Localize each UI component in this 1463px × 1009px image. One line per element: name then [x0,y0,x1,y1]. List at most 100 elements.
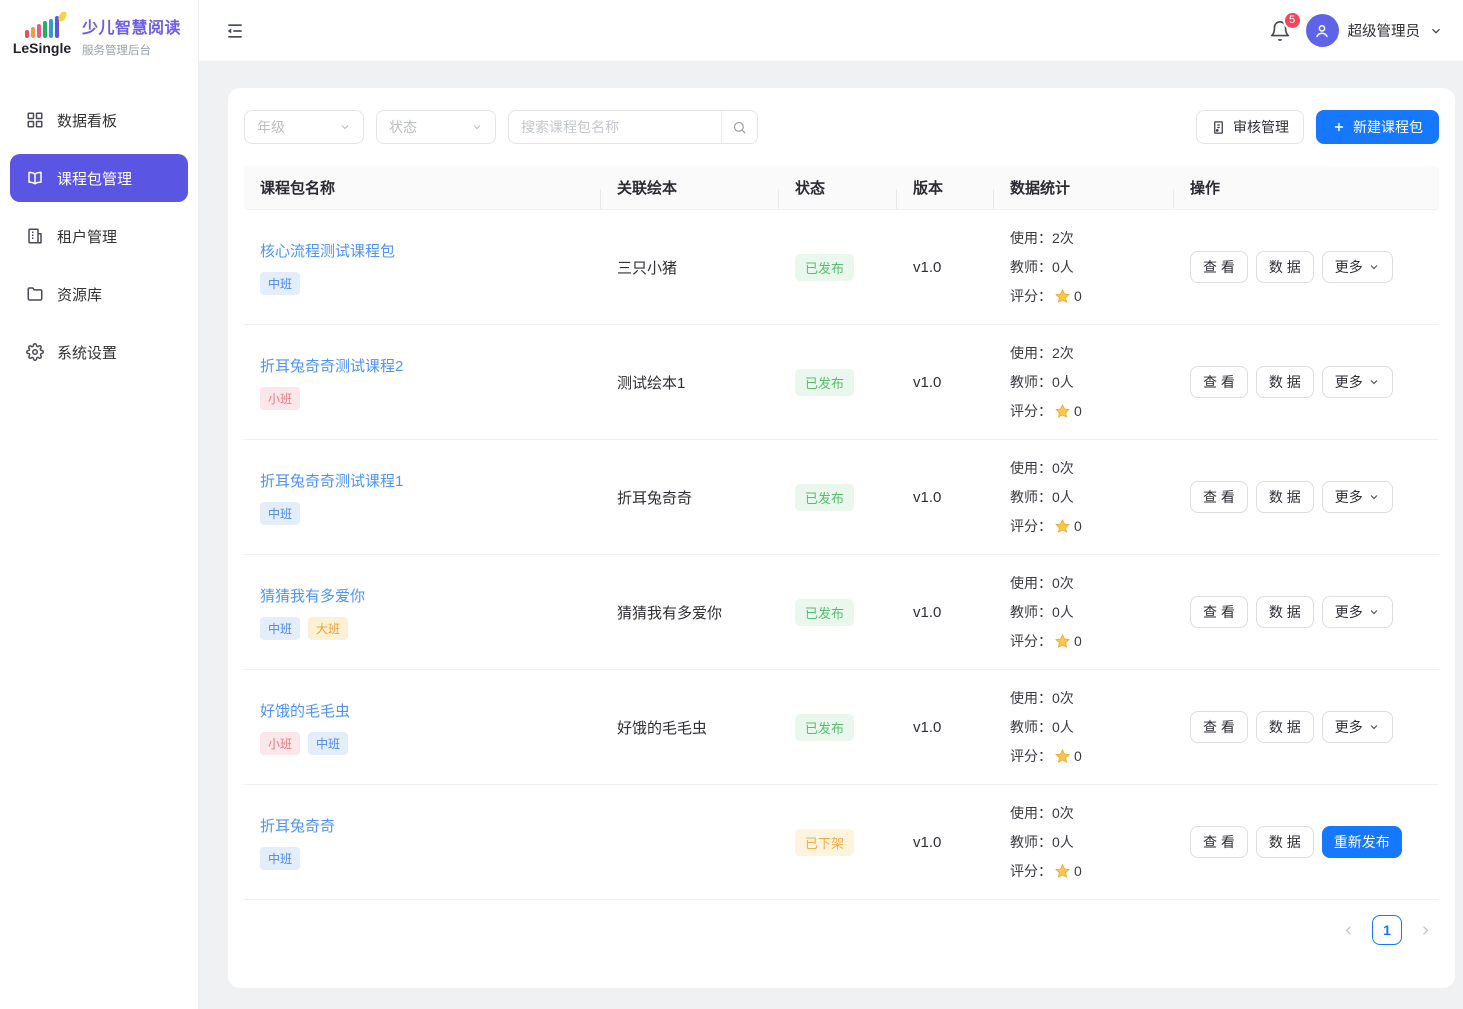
column-header-version: 版本 [897,177,994,198]
view-button[interactable]: 查 看 [1190,251,1248,283]
rating-stat: 评分：0 [1010,400,1158,422]
usage-stat: 使用：0次 [1010,572,1158,594]
user-menu[interactable]: 超级管理员 [1306,14,1444,47]
app-subtitle: 服务管理后台 [82,42,181,58]
usage-label: 使用： [1010,458,1052,478]
search-input[interactable] [509,111,721,143]
chevron-down-icon [1368,721,1380,733]
sidebar: LeSingle 少儿智慧阅读 服务管理后台 数据看板 课程包管理 租户管理 资… [0,0,199,1009]
usage-label: 使用： [1010,573,1052,593]
view-button[interactable]: 查 看 [1190,596,1248,628]
version-text: v1.0 [897,604,994,621]
more-button[interactable]: 更多 [1322,711,1393,743]
version-text: v1.0 [897,374,994,391]
view-button[interactable]: 查 看 [1190,481,1248,513]
sidebar-item-settings[interactable]: 系统设置 [10,328,188,376]
data-button[interactable]: 数 据 [1256,826,1314,858]
search-button[interactable] [721,111,757,143]
teachers-label: 教师： [1010,372,1052,392]
sidebar-item-resources[interactable]: 资源库 [10,270,188,318]
usage-stat: 使用：0次 [1010,457,1158,479]
topbar: 5 超级管理员 [199,0,1463,62]
grade-tag: 小班 [260,387,300,410]
rating-stat: 评分：0 [1010,745,1158,767]
sidebar-item-tenants[interactable]: 租户管理 [10,212,188,260]
star-icon [1054,403,1071,420]
sidebar-item-dashboard[interactable]: 数据看板 [10,96,188,144]
usage-stat: 使用：2次 [1010,342,1158,364]
create-package-button[interactable]: 新建课程包 [1316,110,1439,144]
view-button[interactable]: 查 看 [1190,711,1248,743]
grade-select-value: 年级 [257,117,285,137]
rating-label: 评分： [1010,401,1052,421]
sidebar-item-label: 租户管理 [57,226,117,247]
republish-button[interactable]: 重新发布 [1322,826,1402,858]
grade-select[interactable]: 年级 [244,110,364,144]
grade-tags: 小班中班 [260,732,585,755]
star-icon [1054,633,1071,650]
notification-bell[interactable]: 5 [1269,20,1291,42]
usage-value: 0次 [1052,688,1074,708]
package-name-link[interactable]: 好饿的毛毛虫 [260,700,350,721]
teachers-stat: 教师：0人 [1010,256,1158,278]
teachers-stat: 教师：0人 [1010,716,1158,738]
menu-fold-icon[interactable] [225,21,245,41]
more-button-label: 更多 [1335,602,1363,622]
lesingle-logo-icon: LeSingle [12,16,72,56]
view-button[interactable]: 查 看 [1190,826,1248,858]
filter-bar: 年级 状态 审核管理 新建课程包 [244,110,1439,144]
view-button[interactable]: 查 看 [1190,366,1248,398]
user-icon [1313,22,1331,40]
package-name-link[interactable]: 折耳兔奇奇 [260,815,335,836]
teachers-label: 教师： [1010,487,1052,507]
teachers-value: 0人 [1052,602,1074,622]
usage-value: 0次 [1052,803,1074,823]
teachers-label: 教师： [1010,832,1052,852]
package-name-link[interactable]: 折耳兔奇奇测试课程1 [260,470,403,491]
data-button[interactable]: 数 据 [1256,481,1314,513]
rating-label: 评分： [1010,631,1052,651]
more-button[interactable]: 更多 [1322,366,1393,398]
package-name-link[interactable]: 折耳兔奇奇测试课程2 [260,355,403,376]
more-button-label: 更多 [1335,257,1363,277]
grade-tag: 中班 [260,502,300,525]
data-button[interactable]: 数 据 [1256,366,1314,398]
data-button[interactable]: 数 据 [1256,711,1314,743]
app-title: 少儿智慧阅读 [82,14,181,38]
data-button[interactable]: 数 据 [1256,251,1314,283]
next-page-icon[interactable] [1418,923,1433,938]
sidebar-item-label: 课程包管理 [57,168,132,189]
grade-tag: 中班 [260,847,300,870]
rating-value: 0 [1074,863,1082,879]
prev-page-icon[interactable] [1341,923,1356,938]
review-manage-button[interactable]: 审核管理 [1196,110,1304,144]
sidebar-menu: 数据看板 课程包管理 租户管理 资源库 系统设置 [0,72,198,400]
teachers-label: 教师： [1010,257,1052,277]
grade-tag: 中班 [260,272,300,295]
teachers-label: 教师： [1010,602,1052,622]
status-badge: 已发布 [795,484,854,511]
book-name: 猜猜我有多爱你 [601,602,779,623]
usage-label: 使用： [1010,803,1052,823]
more-button[interactable]: 更多 [1322,481,1393,513]
chevron-down-icon [1368,606,1380,618]
status-select[interactable]: 状态 [376,110,496,144]
more-button[interactable]: 更多 [1322,251,1393,283]
page-number[interactable]: 1 [1372,915,1402,945]
chevron-down-icon [1429,24,1443,38]
data-button[interactable]: 数 据 [1256,596,1314,628]
package-name-link[interactable]: 猜猜我有多爱你 [260,585,365,606]
package-name-link[interactable]: 核心流程测试课程包 [260,240,395,261]
usage-value: 0次 [1052,573,1074,593]
teachers-value: 0人 [1052,372,1074,392]
grade-tags: 中班大班 [260,617,585,640]
grade-tag: 中班 [260,617,300,640]
teachers-value: 0人 [1052,257,1074,277]
more-button[interactable]: 更多 [1322,596,1393,628]
teachers-stat: 教师：0人 [1010,601,1158,623]
usage-label: 使用： [1010,228,1052,248]
book-name: 测试绘本1 [601,372,779,393]
table-header: 课程包名称 关联绘本 状态 版本 数据统计 操作 [244,166,1439,210]
status-badge: 已发布 [795,714,854,741]
sidebar-item-course-packages[interactable]: 课程包管理 [10,154,188,202]
